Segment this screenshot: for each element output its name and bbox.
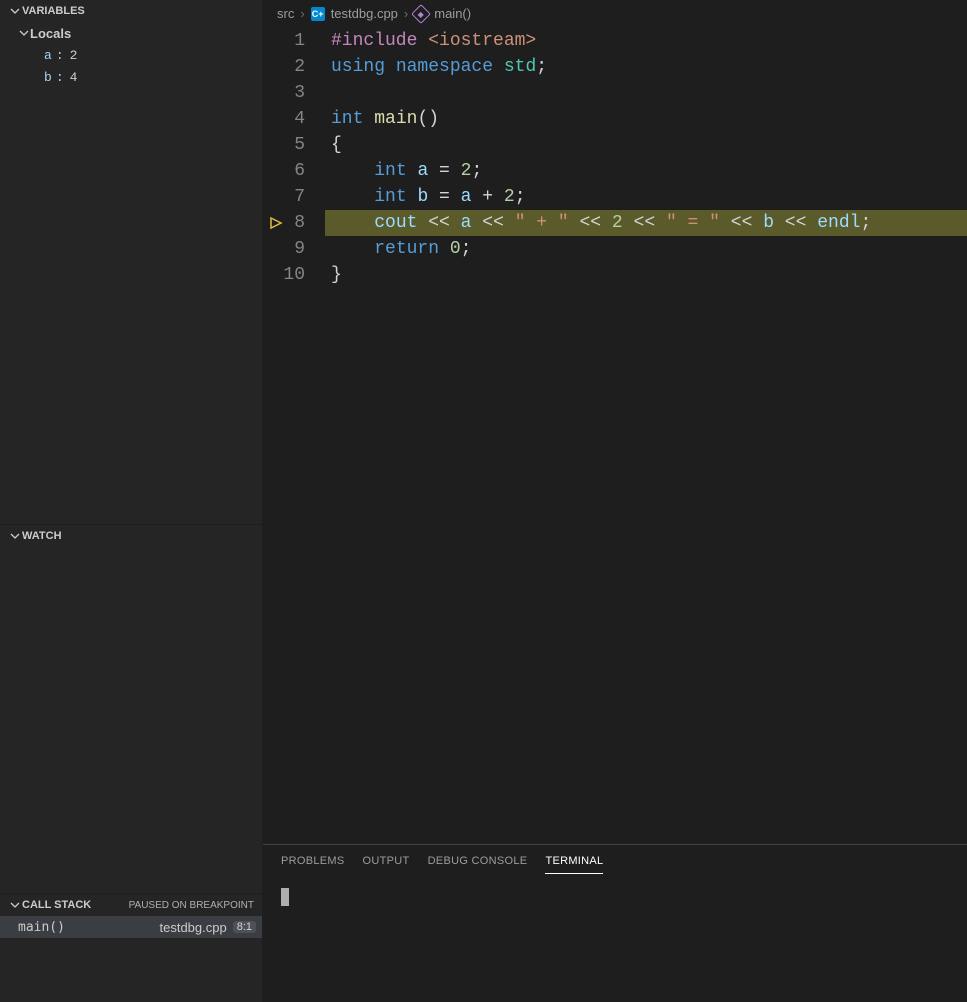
watch-title: WATCH [22,530,62,542]
watch-body[interactable] [0,547,262,893]
chevron-down-icon [8,530,22,542]
panel-tab-output[interactable]: OUTPUT [363,851,410,874]
variables-body: Locals a:2b:4 [0,22,262,524]
code-line[interactable]: #include <iostream> [325,28,967,54]
code-line[interactable]: int main() [325,106,967,132]
variables-panel: VARIABLES Locals a:2b:4 [0,0,262,525]
bottom-panel: PROBLEMS OUTPUT DEBUG CONSOLE TERMINAL [263,844,967,1002]
terminal-content[interactable] [263,874,967,1002]
watch-header[interactable]: WATCH [0,525,262,547]
callstack-header[interactable]: CALL STACK PAUSED ON BREAKPOINT [0,894,262,916]
editor-code-area[interactable]: #include <iostream>using namespace std; i… [325,28,967,844]
variable-name: b [44,70,52,85]
code-editor[interactable]: 12345678910 #include <iostream>using nam… [263,28,967,844]
breadcrumb[interactable]: src › C+ testdbg.cpp › ◆ main() [263,0,967,28]
breadcrumb-file[interactable]: testdbg.cpp [331,6,398,21]
stack-frame[interactable]: main() testdbg.cpp 8:1 [0,916,262,938]
bottom-tabs: PROBLEMS OUTPUT DEBUG CONSOLE TERMINAL [263,845,967,874]
variable-row[interactable]: a:2 [0,44,262,66]
chevron-down-icon [18,27,30,39]
chevron-right-icon: › [404,6,408,21]
editor-gutter[interactable]: 12345678910 [263,28,325,844]
code-line[interactable]: cout << a << " + " << 2 << " = " << b <<… [325,210,967,236]
variable-row[interactable]: b:4 [0,66,262,88]
locals-label: Locals [30,26,71,41]
variables-header[interactable]: VARIABLES [0,0,262,22]
variable-value: 4 [70,70,78,85]
chevron-down-icon [8,5,22,17]
chevron-right-icon: › [300,6,304,21]
terminal-cursor [281,888,289,906]
panel-tab-debug-console[interactable]: DEBUG CONSOLE [428,851,528,874]
cpp-file-icon: C+ [311,7,325,21]
stack-file: testdbg.cpp [159,920,226,935]
stack-fn: main() [18,920,65,935]
panel-tab-problems[interactable]: PROBLEMS [281,851,345,874]
code-line[interactable]: using namespace std; [325,54,967,80]
code-line[interactable]: int b = a + 2; [325,184,967,210]
locals-header[interactable]: Locals [0,22,262,44]
method-icon: ◆ [411,4,431,24]
callstack-status: PAUSED ON BREAKPOINT [129,900,254,911]
callstack-body: main() testdbg.cpp 8:1 [0,916,262,1002]
variables-title: VARIABLES [22,5,85,17]
variable-value: 2 [70,48,78,63]
execution-pointer-icon [269,215,283,231]
watch-panel: WATCH [0,525,262,894]
code-line[interactable]: int a = 2; [325,158,967,184]
stack-pos: 8:1 [233,921,256,933]
code-line[interactable] [325,80,967,106]
main-area: src › C+ testdbg.cpp › ◆ main() 12345678… [263,0,967,1002]
chevron-down-icon [8,899,22,911]
callstack-panel: CALL STACK PAUSED ON BREAKPOINT main() te… [0,894,262,1002]
panel-tab-terminal[interactable]: TERMINAL [545,851,603,874]
breadcrumb-folder[interactable]: src [277,6,294,21]
code-line[interactable]: } [325,262,967,288]
callstack-title: CALL STACK [22,899,91,911]
code-line[interactable]: return 0; [325,236,967,262]
code-line[interactable]: { [325,132,967,158]
debug-sidebar: VARIABLES Locals a:2b:4 WATCH [0,0,263,1002]
variable-name: a [44,48,52,63]
breadcrumb-symbol[interactable]: main() [434,6,471,21]
